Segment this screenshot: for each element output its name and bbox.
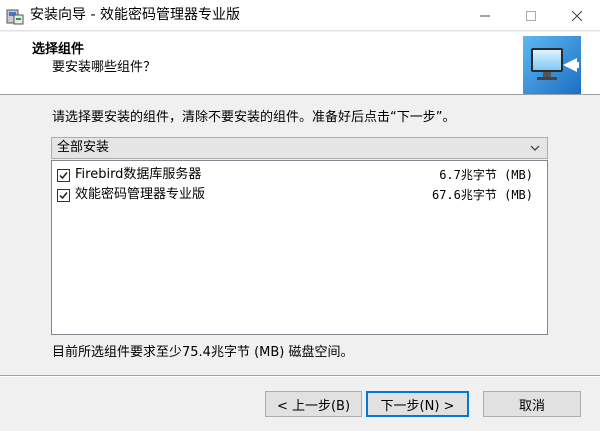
checkmark-icon [59,192,68,200]
close-icon [572,10,582,21]
instruction-text: 请选择要安装的组件，清除不要安装的组件。准备好后点击“下一步”。 [52,110,456,125]
component-name: 效能密码管理器专业版 [75,187,206,202]
component-checkbox[interactable] [57,169,70,182]
list-item[interactable]: Firebird数据库服务器 6.7兆字节 (MB) [52,165,547,185]
list-item[interactable]: 效能密码管理器专业版 67.6兆字节 (MB) [52,185,547,205]
page-subtitle: 要安装哪些组件？ [52,60,157,75]
page-title: 选择组件 [32,42,85,57]
component-size: 67.6兆字节 (MB) [431,188,533,202]
install-type-select[interactable]: 全部安装 [51,137,548,159]
next-button[interactable]: 下一步(N) > [366,391,469,417]
checkmark-icon [59,172,68,180]
components-list: Firebird数据库服务器 6.7兆字节 (MB) 效能密码管理器专业版 67… [51,160,548,335]
chevron-down-icon [530,145,540,151]
computer-install-icon [523,36,581,94]
maximize-icon [526,10,536,21]
footer-divider [0,375,600,377]
minimize-icon [480,15,490,16]
disk-space-required: 目前所选组件要求至少75.4兆字节 (MB) 磁盘空间。 [52,345,354,360]
cancel-button[interactable]: 取消 [483,391,581,417]
installer-icon [6,9,24,25]
component-name: Firebird数据库服务器 [75,167,202,182]
window-title: 安装向导 - 效能密码管理器专业版 [30,7,240,23]
wizard-header: 选择组件 要安装哪些组件？ [0,32,600,95]
close-button[interactable] [554,0,600,31]
maximize-button[interactable] [508,0,554,31]
install-type-value: 全部安装 [57,140,110,155]
minimize-button[interactable] [462,0,508,31]
component-size: 6.7兆字节 (MB) [439,168,533,182]
component-checkbox[interactable] [57,189,70,202]
title-bar: 安装向导 - 效能密码管理器专业版 [0,0,600,31]
back-button[interactable]: < 上一步(B) [265,391,362,417]
